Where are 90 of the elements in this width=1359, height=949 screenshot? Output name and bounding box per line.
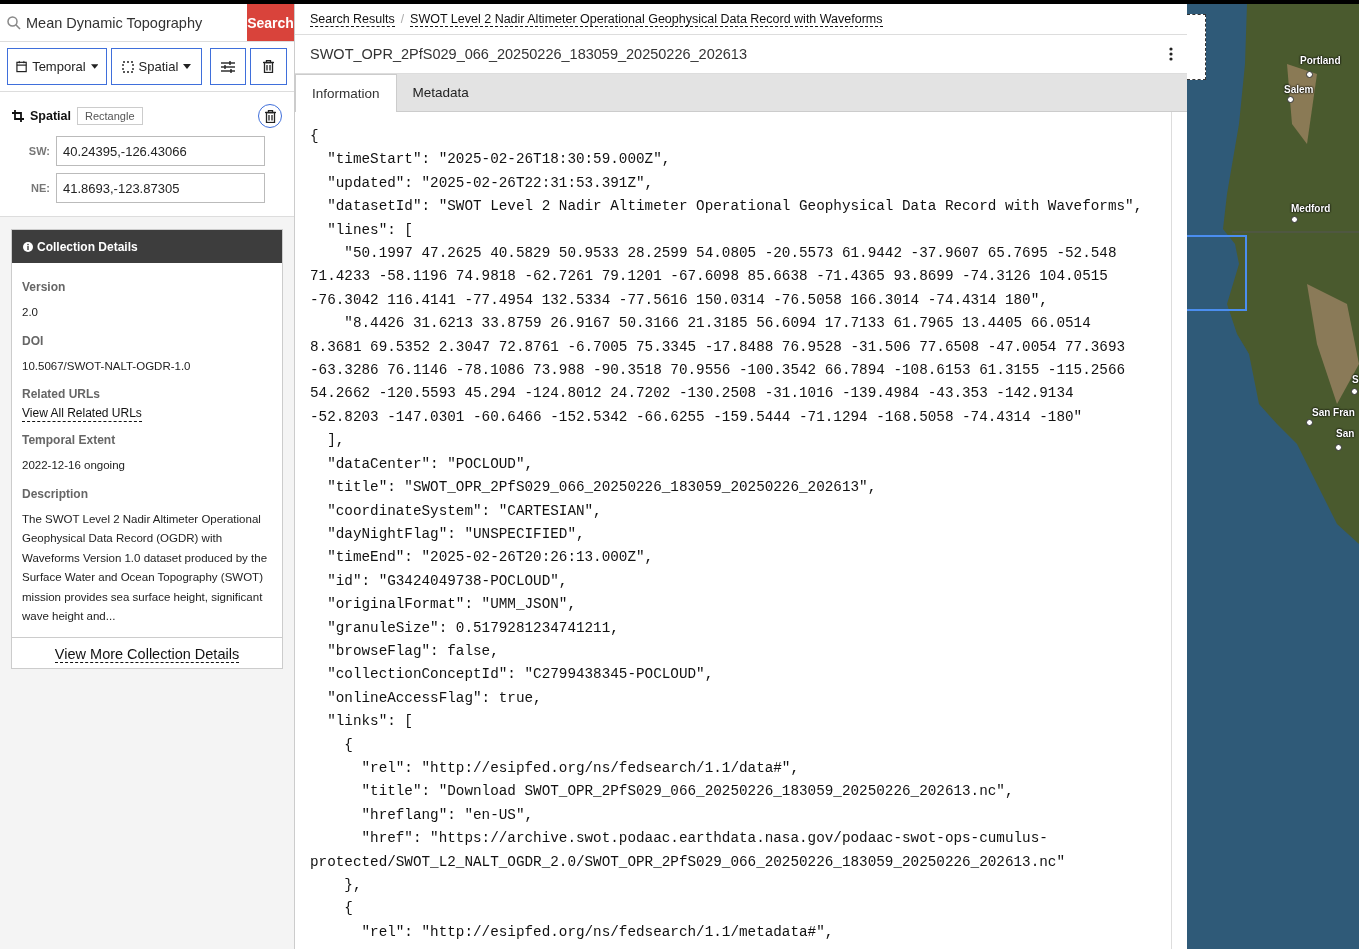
code-line: { xyxy=(343,735,353,755)
map-control-panel[interactable] xyxy=(1187,14,1206,80)
spatial-filter-button[interactable]: Spatial xyxy=(111,48,202,85)
code-line: "timeEnd": "2025-02-26T20:26:13.000Z", xyxy=(326,548,654,568)
code-line: "50.1997 47.2625 40.5829 50.9533 28.2599 54.0805 -20.5573 61.9442 -37.9607 65.7695 -52.548 xyxy=(343,244,1117,264)
code-line: "timeStart": "2025-02-26T18:30:59.000Z", xyxy=(326,150,671,170)
city-label: Portland xyxy=(1300,55,1341,66)
code-line: "granuleSize": 0.5179281234741211, xyxy=(326,618,619,638)
coordinate-label: SW: xyxy=(27,145,50,157)
spatial-title: Spatial xyxy=(30,109,71,123)
city-label: San Fran xyxy=(1312,407,1355,418)
code-line: ], xyxy=(326,431,345,451)
search-field[interactable]: Mean Dynamic Topography xyxy=(0,4,247,41)
coordinate-field[interactable]: 40.24395,-126.43066 xyxy=(56,136,265,166)
trash-icon xyxy=(264,109,276,123)
detail-heading: Related URLs xyxy=(22,386,102,402)
code-line: -52.8203 -147.0301 -60.6466 -152.5342 -66.6255 -159.5444 -71.1294 -168.5058 -74.4314 -180" xyxy=(310,407,1083,427)
code-line: 54.2662 -120.5593 45.294 -124.8012 24.7202 -130.2508 -31.1016 -139.4984 -43.353 -142.9134 xyxy=(310,384,1074,404)
search-button[interactable]: Search xyxy=(247,4,294,41)
info-icon xyxy=(23,241,33,252)
code-line: "hreflang": "en-US", xyxy=(360,805,534,825)
city-dot xyxy=(1287,96,1294,103)
crop-icon xyxy=(12,110,24,122)
caret-icon xyxy=(90,64,98,69)
detail-heading: Temporal Extent xyxy=(22,432,117,448)
city-label: S xyxy=(1352,374,1359,385)
code-line: "links": [ xyxy=(326,712,413,732)
code-line: "originalFormat": "UMM_JSON", xyxy=(326,595,576,615)
code-line: "dayNightFlag": "UNSPECIFIED", xyxy=(326,524,585,544)
breadcrumb-separator: / xyxy=(400,12,405,26)
code-line: "updated": "2025-02-26T22:31:53.391Z", xyxy=(326,173,654,193)
code-line: "id": "G3424049738-POCLOUD", xyxy=(326,571,568,591)
coordinate-label: NE: xyxy=(30,182,50,194)
search-icon xyxy=(7,15,21,30)
sliders-icon xyxy=(221,60,236,73)
code-line: "8.4426 31.6213 33.8759 26.9167 50.3166 21.3185 56.6094 17.7133 61.7965 13.4405 66.0514 xyxy=(343,314,1091,334)
detail-heading: Description xyxy=(22,485,89,502)
city-dot xyxy=(1306,71,1313,78)
code-line: "lines": [ xyxy=(326,220,413,240)
breadcrumb-link[interactable]: Search Results xyxy=(310,11,395,27)
clear-filters-button[interactable] xyxy=(250,48,287,85)
code-line: { xyxy=(343,899,353,919)
code-line: "collectionConceptId": "C2799438345-POCLOUD", xyxy=(326,665,714,685)
coordinate-field[interactable]: 41.8693,-123.87305 xyxy=(56,173,265,203)
detail-value: 2.0 xyxy=(22,305,39,320)
detail-heading: Version xyxy=(22,279,67,295)
code-line: "datasetId": "SWOT Level 2 Nadir Altimeter Operational Geophysical Data Record with Waveforms", xyxy=(326,197,1143,217)
code-line: 71.4233 -58.1196 74.9818 -62.7261 79.1201 -67.6098 85.6638 -71.4365 93.8699 -74.3126 104.0515 xyxy=(310,267,1108,287)
detail-value: 2022-12-16 ongoing xyxy=(22,458,126,473)
dashed-square-icon xyxy=(121,60,134,73)
calendar-icon xyxy=(16,60,28,73)
filter-options-button[interactable] xyxy=(209,48,247,85)
granule-title: SWOT_OPR_2PfS029_066_20250226_183059_20250226_202613 xyxy=(310,46,748,62)
code-line: }, xyxy=(343,876,362,895)
code-line: { xyxy=(310,127,319,146)
city-dot xyxy=(1291,216,1298,223)
card-title: Collection Details xyxy=(37,239,138,254)
code-line: -63.3286 76.1146 -78.1086 73.988 -90.3518 70.9556 -100.3542 66.7894 -108.6153 61.3155 -115.2566 xyxy=(310,361,1126,381)
code-line: "dataCenter": "POCLOUD", xyxy=(326,454,534,474)
code-line: "onlineAccessFlag": true, xyxy=(326,688,542,708)
temporal-filter-button[interactable]: Temporal xyxy=(7,48,107,85)
breadcrumb-link[interactable]: SWOT Level 2 Nadir Altimeter Operational Geophysical Data Record with Waveforms xyxy=(410,11,883,27)
more-options-icon[interactable] xyxy=(1169,47,1173,61)
code-line: "browseFlag": false, xyxy=(326,641,499,661)
code-line: "title": "Download SWOT_OPR_2PfS029_066_20250226_183059_20250226_202613.nc", xyxy=(360,782,1014,802)
detail-value: The SWOT Level 2 Nadir Altimeter Operational Geophysical Data Record (OGDR) with Waveforms Version 1.0 dataset produced by the Surface Water and Ocean Topography (SWOT) mission provides sea surface height, significant wave height and... xyxy=(22,511,269,624)
code-line: 8.3681 69.5352 2.3047 72.8761 -6.7005 75.3345 -17.8488 76.9528 -31.506 77.6508 -47.0054 77.3693 xyxy=(310,337,1126,357)
detail-value: 10.5067/SWOT-NALT-OGDR-1.0 xyxy=(22,358,192,374)
detail-heading: DOI xyxy=(22,332,45,349)
code-line: -76.3042 116.4141 -77.4954 132.5334 -77.5616 150.0314 -76.5058 166.3014 -74.4314 180", xyxy=(310,290,1048,310)
view-more-link[interactable]: View More Collection Details xyxy=(54,645,240,663)
city-dot xyxy=(1335,444,1342,451)
city-dot xyxy=(1351,388,1358,395)
city-label: Medford xyxy=(1291,203,1331,214)
shape-type-tag: Rectangle xyxy=(77,107,143,125)
code-line: protected/SWOT_L2_NALT_OGDR_2.0/SWOT_OPR_2PfS029_066_20250226_183059_20250226_202613.nc" xyxy=(310,852,1065,872)
code-line: "rel": "http://esipfed.org/ns/fedsearch/1.1/metadata#", xyxy=(360,922,834,942)
tab[interactable]: Metadata xyxy=(396,74,485,111)
code-line: "rel": "http://esipfed.org/ns/fedsearch/1.1/data#", xyxy=(360,758,800,778)
code-line: "title": "SWOT_OPR_2PfS029_066_20250226_183059_20250226_202613", xyxy=(326,478,877,498)
remove-spatial-button[interactable] xyxy=(258,104,282,128)
code-line: "coordinateSystem": "CARTESIAN", xyxy=(326,501,602,521)
trash-icon xyxy=(263,60,275,73)
related-urls-link[interactable]: View All Related URLs xyxy=(22,406,142,422)
code-line: "href": "https://archive.swot.podaac.earthdata.nasa.gov/podaac-swot-ops-cumulus- xyxy=(360,829,1048,849)
tab[interactable]: Information xyxy=(295,74,397,112)
city-label: Salem xyxy=(1284,84,1314,95)
caret-icon xyxy=(183,64,192,69)
city-dot xyxy=(1306,419,1313,426)
city-label: San xyxy=(1336,428,1355,439)
